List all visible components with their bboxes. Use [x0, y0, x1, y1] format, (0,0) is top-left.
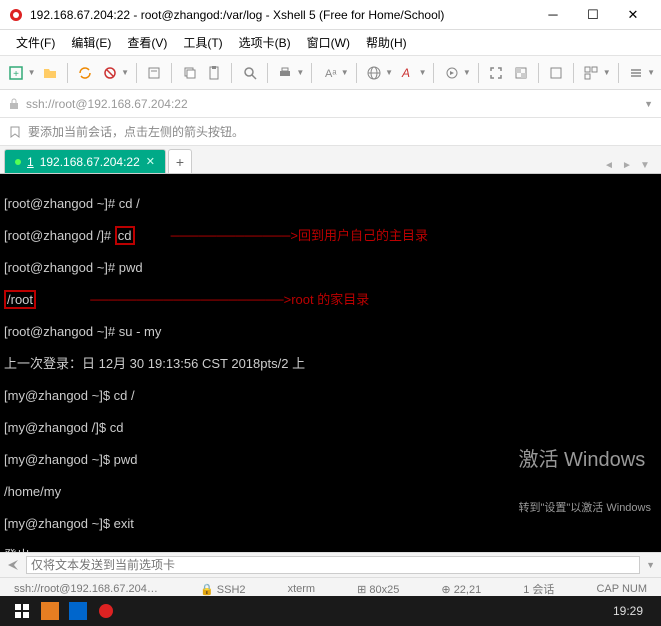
svg-text:+: + — [13, 69, 19, 80]
menu-tabs[interactable]: 选项卡(B) — [231, 31, 299, 54]
titlebar: 192.168.67.204:22 - root@zhangod:/var/lo… — [0, 0, 661, 30]
svg-text:Aᵃ: Aᵃ — [325, 68, 337, 80]
menu-help[interactable]: 帮助(H) — [358, 31, 415, 54]
tab-next-icon[interactable]: ► — [619, 157, 635, 173]
watermark-title: 激活 Windows — [519, 452, 652, 468]
dropdown-icon[interactable]: ▼ — [419, 68, 427, 77]
print-icon[interactable] — [275, 61, 296, 85]
list-icon[interactable] — [626, 61, 647, 85]
open-session-icon[interactable] — [40, 61, 61, 85]
menu-view[interactable]: 查看(V) — [119, 31, 175, 54]
task-app-icon[interactable] — [64, 600, 92, 622]
tab-list-icon[interactable]: ▼ — [637, 157, 653, 173]
taskbar-clock[interactable]: 19:29 — [613, 604, 653, 618]
close-button[interactable]: ✕ — [613, 2, 653, 28]
bookmark-icon[interactable] — [8, 125, 22, 139]
term-line: 登出 — [4, 548, 657, 552]
term-line: [root@zhangod /]# cd ─────────────>回到用户自… — [4, 228, 657, 244]
lock-icon — [8, 98, 20, 110]
menu-window[interactable]: 窗口(W) — [299, 31, 358, 54]
dropdown-icon[interactable]: ▼ — [603, 68, 611, 77]
term-line: [root@zhangod ~]# pwd — [4, 260, 657, 276]
dropdown-icon[interactable]: ▼ — [385, 68, 393, 77]
hint-text: 要添加当前会话，点击左侧的箭头按钮。 — [28, 123, 244, 140]
minimize-button[interactable]: ─ — [533, 2, 573, 28]
dropdown-icon[interactable]: ▼ — [647, 68, 655, 77]
status-size: ⊞ 80x25 — [349, 583, 407, 596]
terminal[interactable]: [root@zhangod ~]# cd / [root@zhangod /]#… — [0, 174, 661, 552]
window-title: 192.168.67.204:22 - root@zhangod:/var/lo… — [30, 8, 533, 22]
status-proto: 🔒 SSH2 — [192, 583, 254, 596]
term-line: [my@zhangod ~]$ cd / — [4, 388, 657, 404]
script-icon[interactable] — [441, 61, 462, 85]
start-icon[interactable] — [8, 600, 36, 622]
menu-file[interactable]: 文件(F) — [8, 31, 63, 54]
send-bar: ▼ — [0, 552, 661, 578]
send-dropdown-icon[interactable]: ▼ — [646, 560, 655, 570]
session-tab[interactable]: 1 192.168.67.204:22 ✕ — [4, 149, 166, 173]
status-pos: ⊕ 22,21 — [433, 583, 489, 596]
tab-close-icon[interactable]: ✕ — [146, 155, 155, 168]
paste-icon[interactable] — [204, 61, 225, 85]
status-sessions: 1 会话 — [515, 581, 562, 597]
tabstrip: 1 192.168.67.204:22 ✕ + ◄ ► ▼ — [0, 146, 661, 174]
menu-tools[interactable]: 工具(T) — [175, 31, 230, 54]
watermark-subtitle: 转到"设置"以激活 Windows — [519, 500, 652, 516]
term-line: [root@zhangod ~]# su - my — [4, 324, 657, 340]
new-session-icon[interactable]: + — [6, 61, 27, 85]
tab-label: 192.168.67.204:22 — [40, 155, 140, 169]
hint-bar: 要添加当前会话，点击左侧的箭头按钮。 — [0, 118, 661, 146]
reconnect-icon[interactable] — [75, 61, 96, 85]
tile-icon[interactable] — [581, 61, 602, 85]
menu-edit[interactable]: 编辑(E) — [63, 31, 119, 54]
term-line: /root ─────────────────────>root 的家目录 — [4, 292, 657, 308]
font-icon[interactable]: Aᵃ — [319, 61, 340, 85]
disconnect-icon[interactable] — [100, 61, 121, 85]
fullscreen-icon[interactable] — [486, 61, 507, 85]
status-url: ssh://root@192.168.67.204:22 — [6, 583, 166, 595]
status-term: xterm — [280, 583, 324, 595]
color-icon[interactable]: A — [397, 61, 418, 85]
copy-icon[interactable] — [179, 61, 200, 85]
address-url[interactable]: ssh://root@192.168.67.204:22 — [26, 97, 638, 111]
search-icon[interactable] — [239, 61, 260, 85]
task-app-icon[interactable] — [36, 600, 64, 622]
tab-prev-icon[interactable]: ◄ — [601, 157, 617, 173]
svg-text:A: A — [401, 66, 410, 80]
dropdown-icon[interactable]: ▼ — [121, 68, 129, 77]
taskbar: 19:29 — [0, 596, 661, 626]
menubar: 文件(F) 编辑(E) 查看(V) 工具(T) 选项卡(B) 窗口(W) 帮助(… — [0, 30, 661, 56]
compose-icon[interactable] — [546, 61, 567, 85]
dropdown-icon[interactable]: ▼ — [463, 68, 471, 77]
task-app-icon[interactable] — [92, 600, 120, 622]
toolbar: + ▼ ▼ ▼ Aᵃ ▼ ▼ A ▼ ▼ ▼ ▼ — [0, 56, 661, 90]
address-bar: ssh://root@192.168.67.204:22 ▼ — [0, 90, 661, 118]
watermark: 激活 Windows 转到"设置"以激活 Windows — [519, 420, 652, 548]
status-dot-icon — [15, 159, 21, 165]
dropdown-icon[interactable]: ▼ — [644, 99, 653, 109]
globe-icon[interactable] — [363, 61, 384, 85]
term-line: [root@zhangod ~]# cd / — [4, 196, 657, 212]
tab-index: 1 — [27, 155, 34, 169]
transparent-icon[interactable] — [510, 61, 531, 85]
term-line: 上一次登录：日 12月 30 19:13:56 CST 2018pts/2 上 — [4, 356, 657, 372]
maximize-button[interactable]: ☐ — [573, 2, 613, 28]
properties-icon[interactable] — [144, 61, 165, 85]
dropdown-icon[interactable]: ▼ — [296, 68, 304, 77]
dropdown-icon[interactable]: ▼ — [28, 68, 36, 77]
send-icon[interactable] — [6, 558, 20, 572]
status-caps: CAP NUM — [588, 583, 655, 595]
send-input[interactable] — [26, 556, 640, 574]
dropdown-icon[interactable]: ▼ — [341, 68, 349, 77]
add-tab-button[interactable]: + — [168, 149, 192, 173]
app-icon — [8, 7, 24, 23]
